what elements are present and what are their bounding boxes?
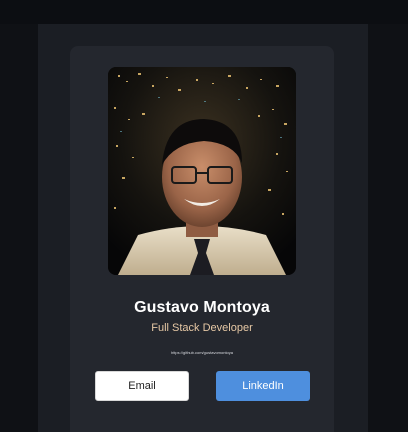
content-panel: Gustavo Montoya Full Stack Developer htt… bbox=[38, 24, 368, 432]
profile-name: Gustavo Montoya bbox=[134, 299, 270, 316]
profile-url-link[interactable]: https://github.com/gustavomontoya bbox=[70, 350, 334, 355]
top-strip bbox=[0, 0, 408, 24]
profile-photo bbox=[108, 67, 296, 275]
email-button[interactable]: Email bbox=[95, 371, 189, 401]
profile-title: Full Stack Developer bbox=[151, 322, 253, 334]
linkedin-button[interactable]: LinkedIn bbox=[216, 371, 310, 401]
profile-card: Gustavo Montoya Full Stack Developer htt… bbox=[70, 46, 334, 432]
